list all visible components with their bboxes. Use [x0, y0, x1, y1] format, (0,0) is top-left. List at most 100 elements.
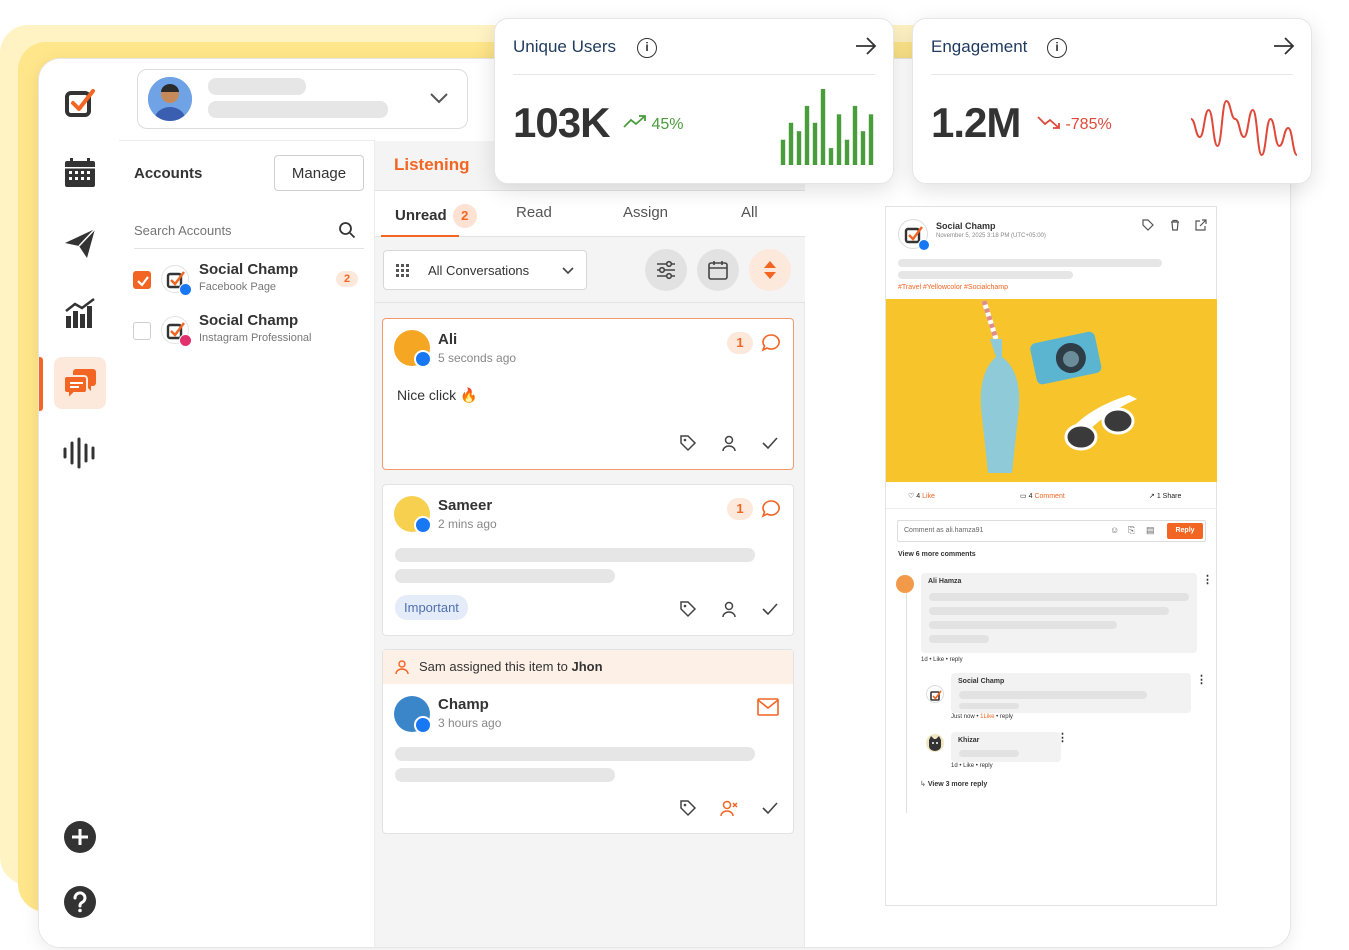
account-type: Facebook Page [199, 281, 277, 293]
conversation-author: Champ [438, 696, 489, 713]
account-name: Social Champ [199, 261, 299, 278]
external-link-icon[interactable] [1195, 219, 1207, 231]
avatar [148, 77, 192, 121]
fire-emoji: 🔥 [460, 387, 478, 403]
comment-icon[interactable] [761, 499, 781, 519]
tag-icon[interactable] [679, 600, 697, 618]
message-placeholder [395, 548, 755, 562]
assign-user-icon[interactable] [720, 600, 738, 618]
account-item-facebook[interactable]: Social Champ Facebook Page 2 [133, 261, 368, 301]
sort-button[interactable] [749, 249, 791, 291]
search-accounts-input[interactable] [134, 223, 334, 238]
comment-icon[interactable] [761, 333, 781, 353]
grid-icon [396, 264, 409, 277]
more-options-icon[interactable]: ⋮ [1057, 731, 1068, 744]
facebook-icon [414, 350, 432, 368]
conversation-card[interactable]: Sameer 2 mins ago 1 Important [382, 484, 794, 636]
info-icon[interactable]: i [637, 38, 657, 58]
sound-wave-icon [63, 437, 95, 469]
like-button[interactable]: ♡ 4 Like [908, 492, 935, 500]
conversation-message: Nice click 🔥 [397, 387, 478, 403]
add-button[interactable] [54, 811, 106, 863]
share-button[interactable]: ↗ 1 Share [1149, 492, 1181, 500]
filter-settings-button[interactable] [645, 249, 687, 291]
account-checkbox[interactable] [133, 271, 151, 289]
comment-author: Social Champ [958, 678, 1005, 685]
view-more-replies[interactable]: ↳ View 3 more reply [920, 780, 987, 788]
tag-icon[interactable] [679, 799, 697, 817]
account-checkbox[interactable] [133, 322, 151, 340]
check-icon[interactable] [761, 799, 779, 817]
tab-all[interactable]: All [741, 204, 758, 221]
chart-bar [828, 148, 834, 165]
assign-user-icon[interactable] [720, 434, 738, 452]
conversation-card[interactable]: Sam assigned this item to Jhon Champ 3 h… [382, 649, 794, 834]
emoji-icon[interactable]: ☺ [1110, 525, 1119, 535]
tag-label[interactable]: Important [395, 595, 468, 620]
message-placeholder [395, 747, 755, 761]
tag-icon[interactable] [679, 434, 697, 452]
stat-card-unique-users[interactable]: Unique Users i 103K 45% [494, 18, 894, 184]
attach-icon[interactable]: ⎘ [1128, 525, 1135, 536]
info-icon[interactable]: i [1047, 38, 1067, 58]
paper-plane-icon [65, 228, 96, 258]
users-bar-chart [780, 89, 874, 165]
tab-read[interactable]: Read [516, 204, 552, 221]
arrow-right-icon[interactable] [855, 37, 877, 55]
comment-meta: 1d • Like • reply [951, 763, 993, 769]
card-actions [679, 431, 779, 455]
view-more-comments[interactable]: View 6 more comments [898, 551, 976, 558]
check-icon[interactable] [761, 600, 779, 618]
trend-down-icon [1037, 116, 1065, 133]
comment-button[interactable]: ▭ 4 Comment [1020, 492, 1065, 500]
sidebar-item-calendar[interactable] [54, 147, 106, 199]
tab-badge: 2 [452, 204, 477, 228]
sidebar-item-dashboard[interactable] [54, 77, 106, 129]
help-button[interactable] [54, 876, 106, 928]
listening-panel: Listening Unread 2 Read Assign All All Co… [375, 141, 805, 947]
post-image [886, 299, 1217, 482]
manage-button[interactable]: Manage [274, 155, 364, 191]
more-options-icon[interactable]: ⋮ [1202, 573, 1213, 586]
sidebar-item-publish[interactable] [54, 217, 106, 269]
tag-icon[interactable] [1142, 219, 1154, 231]
assignment-note: Sam assigned this item to Jhon [383, 650, 793, 684]
search-icon[interactable] [338, 221, 356, 239]
more-options-icon[interactable]: ⋮ [1196, 673, 1207, 686]
date-filter-button[interactable] [697, 249, 739, 291]
conversation-filter-select[interactable]: All Conversations [383, 250, 587, 290]
tab-unread[interactable]: Unread 2 [395, 204, 477, 228]
reply-button[interactable]: Reply [1167, 523, 1203, 539]
sidebar-item-inbox[interactable] [54, 357, 106, 409]
arrow-right-icon[interactable] [1273, 37, 1295, 55]
unassign-user-icon[interactable] [719, 799, 739, 817]
page-root: Accounts Manage Social Champ Facebook Pa… [0, 0, 1349, 950]
comment-author: Ali Hamza [928, 578, 962, 585]
tab-assign[interactable]: Assign [623, 204, 668, 221]
chart-bar [780, 139, 786, 165]
document-icon[interactable]: ▤ [1146, 525, 1155, 536]
comment-input[interactable]: Comment as ali.hamza91 ☺ ⎘ ▤ Reply [897, 520, 1206, 542]
post-author: Social Champ [936, 221, 996, 231]
profile-header [119, 59, 468, 141]
facebook-icon [414, 516, 432, 534]
commenter-avatar [926, 734, 944, 752]
sliders-icon [657, 260, 675, 280]
sidebar-item-analytics[interactable] [54, 287, 106, 339]
bar-chart-icon [65, 298, 95, 328]
comment-text-placeholder [929, 593, 1189, 601]
mail-icon[interactable] [757, 698, 779, 716]
comment-count-badge: 1 [727, 332, 753, 354]
account-item-instagram[interactable]: Social Champ Instagram Professional [133, 312, 368, 352]
conversation-tabs: Unread 2 Read Assign All [375, 191, 805, 238]
check-icon[interactable] [761, 434, 779, 452]
conversation-card[interactable]: Ali 5 seconds ago 1 Nice click 🔥 [382, 318, 794, 470]
trash-icon[interactable] [1169, 219, 1181, 231]
stat-card-engagement[interactable]: Engagement i 1.2M -785% [912, 18, 1312, 184]
comment-text-placeholder [929, 621, 1117, 629]
sidebar-item-listening[interactable] [54, 427, 106, 479]
chart-bar [860, 131, 866, 165]
calendar-icon [65, 158, 95, 187]
profile-switcher[interactable] [137, 69, 468, 129]
accounts-title: Accounts [134, 165, 203, 182]
